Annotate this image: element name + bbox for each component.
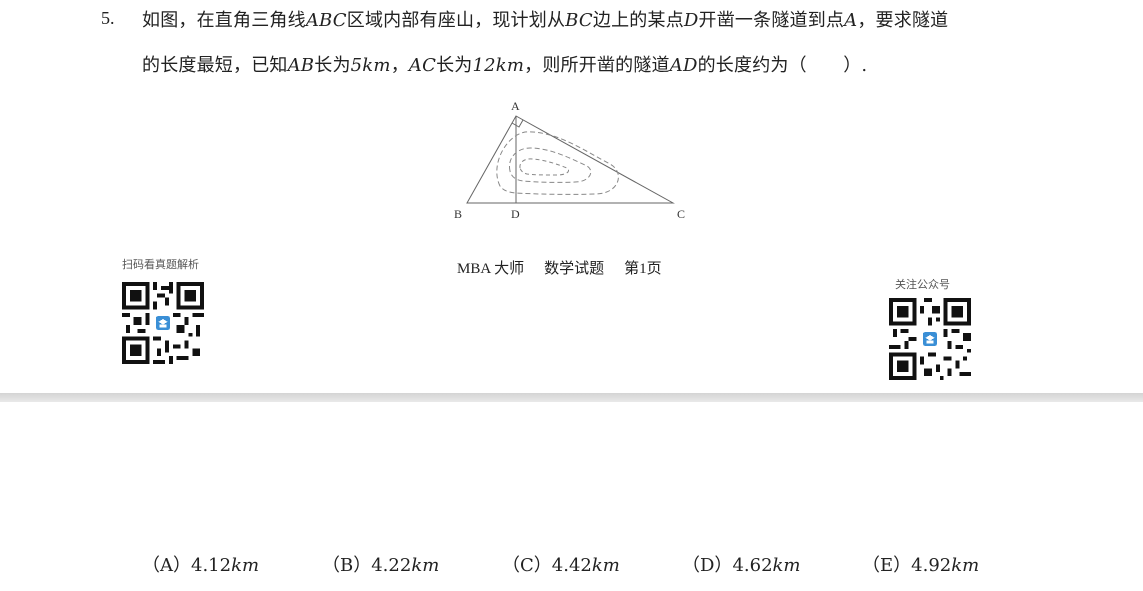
pdf-page-1: 5. 如图，在直角三角线ABC区域内部有座山，现计划从BC边上的某点D开凿一条隧… [0,0,1143,393]
footer-subject: 数学试题 [544,261,605,277]
page-footer: MBA 大师 数学试题 第1页 [457,257,682,278]
triangle-abc [466,115,675,204]
qr-code-icon [122,282,204,364]
option-letter: （A） [142,555,191,576]
mountain-contour-inner [519,158,570,176]
option-value: 4.12 [191,555,232,576]
option-unit: km [411,555,440,576]
page-separator [0,393,1143,402]
text-fragment: 如图，在直角三角线 [142,10,306,31]
option-d: （D）4.62km [682,551,801,577]
math-ad: AD [669,55,698,76]
math-bc: BC [565,10,593,31]
math-ac: AC [408,55,437,76]
text-fragment: 开凿一条隧道到点 [698,10,845,31]
math-5km: 5km [350,55,391,76]
text-fragment: 长为 [314,55,351,76]
math-a: A [844,10,858,31]
option-value: 4.42 [551,555,592,576]
text-fragment: 的长度约为（ ）. [697,55,868,76]
text-fragment: 长为 [436,55,473,76]
footer-brand: MBA 大师 [457,261,525,277]
vertex-label-a: A [511,99,520,113]
question-text-line-1: 如图，在直角三角线ABC区域内部有座山，现计划从BC边上的某点D开凿一条隧道到点… [142,6,948,32]
qr-left-label: 扫码看真题解析 [122,258,199,271]
vertex-label-d: D [511,207,520,221]
text-fragment: 区域内部有座山，现计划从 [346,10,566,31]
question-text-line-2: 的长度最短，已知AB长为5km，AC长为12km，则所开凿的隧道AD的长度约为（… [142,51,867,77]
qr-code-icon [889,298,971,380]
option-unit: km [231,555,260,576]
option-value: 4.22 [371,555,412,576]
option-c: （C）4.42km [502,551,620,577]
question-number: 5. [101,8,115,28]
math-12km: 12km [472,55,525,76]
text-fragment: ，要求隧道 [857,10,949,31]
math-d: D [683,10,699,31]
text-fragment: 边上的某点 [592,10,684,31]
footer-page-number: 第1页 [624,261,662,277]
option-letter: （B） [322,555,372,576]
triangle-figure: A B D C [454,99,685,221]
option-letter: （D） [682,555,733,576]
vertex-label-c: C [677,207,685,221]
option-a: （A）4.12km [142,551,259,577]
option-unit: km [591,555,620,576]
math-ab: AB [287,55,315,76]
option-b: （B）4.22km [322,551,439,577]
option-unit: km [772,555,801,576]
option-unit: km [951,555,980,576]
option-value: 4.92 [911,555,952,576]
option-letter: （C） [502,555,552,576]
text-fragment: ，则所开凿的隧道 [524,55,670,76]
option-letter: （E） [862,555,912,576]
text-fragment: 的长度最短，已知 [142,55,288,76]
option-e: （E）4.92km [862,551,979,577]
text-fragment: ， [390,55,409,76]
math-abc: ABC [305,10,347,31]
mountain-contour-middle [508,147,592,183]
vertex-label-b: B [454,207,462,221]
qr-right-label: 关注公众号 [895,278,950,291]
option-value: 4.62 [732,555,773,576]
